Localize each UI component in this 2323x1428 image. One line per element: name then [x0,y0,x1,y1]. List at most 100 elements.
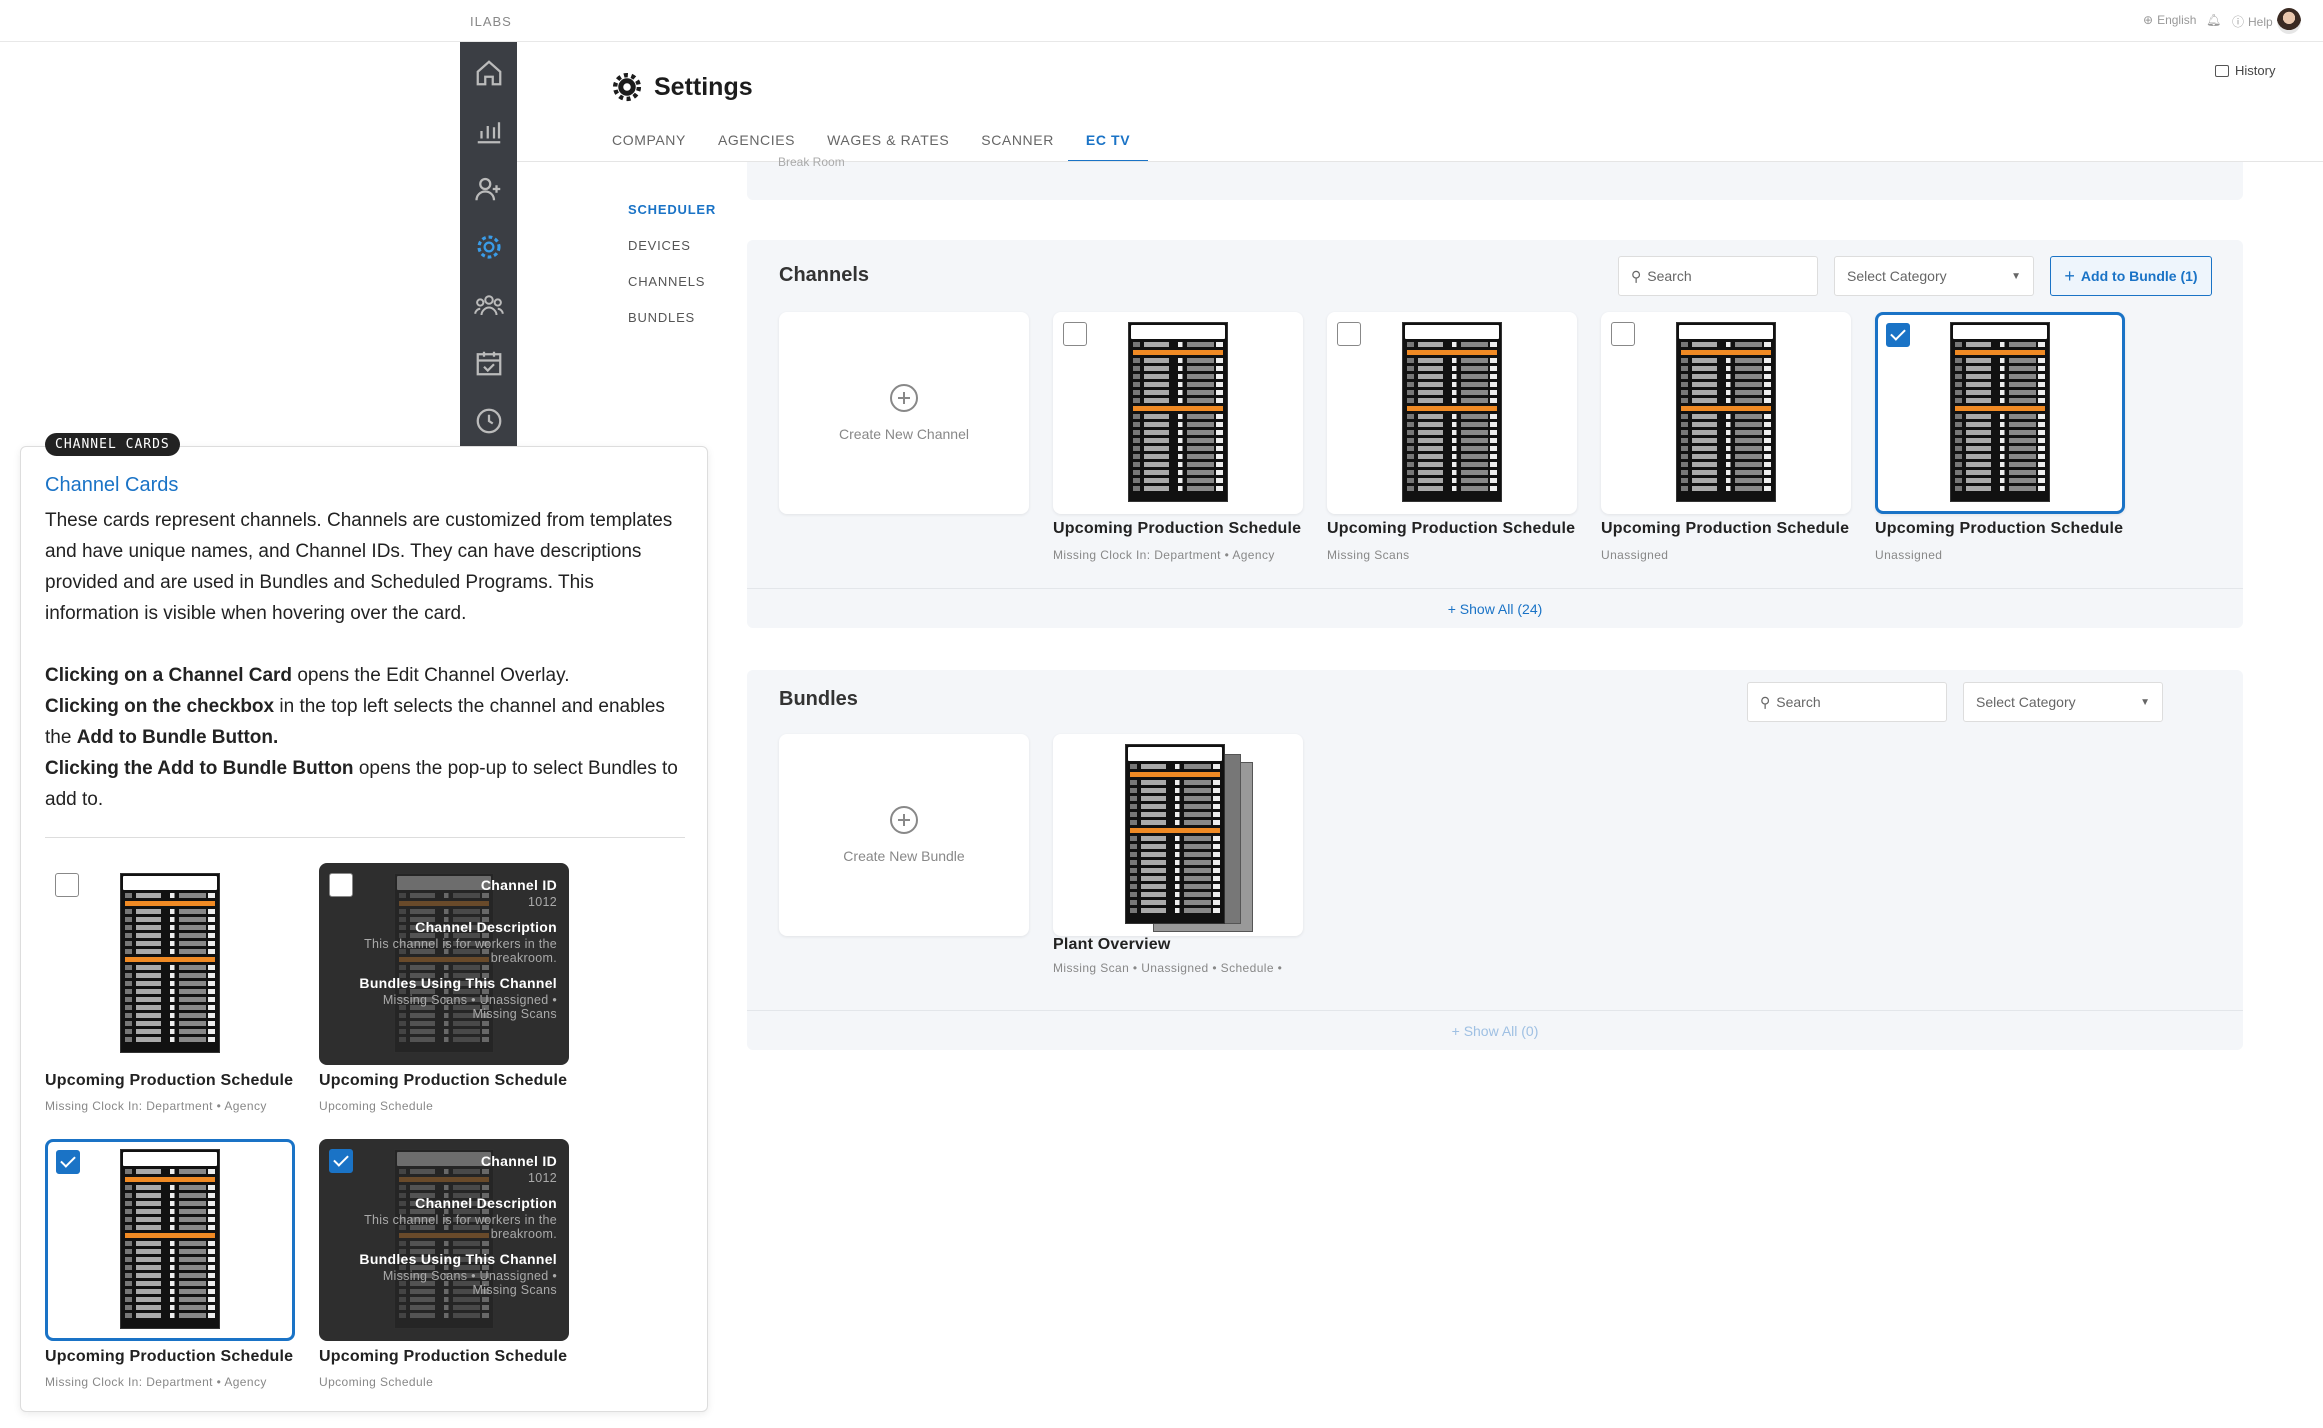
channel-category-select[interactable]: Select Category ▼ [1834,256,2034,296]
thumbnail-row [1681,438,1771,443]
tab-company[interactable]: COMPANY [594,128,704,162]
channel-description-label: Channel Description [415,919,557,935]
gear-icon[interactable] [474,232,504,262]
archive-icon [2215,64,2229,77]
tab-ec-tv[interactable]: EC TV [1067,128,1149,162]
channel-checkbox[interactable] [1337,322,1361,346]
bell-icon[interactable]: 🔔︎ [2206,13,2221,27]
channel-checkbox[interactable] [1611,322,1635,346]
thumbnail-row [125,1005,215,1010]
thumbnail-row [399,1169,489,1174]
subnav-channels[interactable]: CHANNELS [628,274,716,310]
channel-title: Upcoming Production Schedule [319,1348,568,1365]
section-title: Bundles [779,688,858,710]
thumbnail-row [1130,884,1220,889]
channel-title: Upcoming Production Schedule [1053,520,1302,537]
user-add-icon[interactable] [474,174,504,204]
thumbnail-row [1681,430,1771,435]
thumbnail-row [1130,876,1220,881]
thumbnail-row [1133,486,1223,491]
search-icon: ⚲ [1631,267,1642,284]
channel-checkbox-checked[interactable] [1886,323,1910,347]
thumbnail-row [1133,454,1223,459]
thumbnail-row [1407,342,1497,347]
channel-checkbox[interactable] [1063,322,1087,346]
example-channel-card-selected[interactable] [45,1139,295,1341]
create-channel-card[interactable]: Create New Channel [779,312,1029,514]
bundles-using-label: Bundles Using This Channel [359,975,557,991]
team-icon[interactable] [474,290,504,320]
thumbnail-row [125,1217,215,1222]
help-link[interactable]: ⓘ Help [2232,13,2273,30]
clock-icon[interactable] [474,406,504,436]
thumbnail-row [1955,430,2045,435]
add-to-bundle-button[interactable]: + Add to Bundle (1) [2050,256,2212,296]
thumbnail-row [125,965,215,970]
thumbnail-header [1953,325,2047,339]
thumbnail-row [1407,454,1497,459]
show-all-bundles-link[interactable]: + Show All (0) [747,1010,2243,1050]
thumbnail-row [125,901,215,906]
thumbnail-header [1405,325,1499,339]
channel-thumbnail [120,873,220,1053]
example-channel-card-hover[interactable]: Channel ID 1012 Channel Description This… [319,863,569,1065]
show-all-channels-link[interactable]: + Show All (24) [747,588,2243,628]
history-button[interactable]: History [2215,63,2275,78]
thumbnail-row [1955,446,2045,451]
subnav-scheduler[interactable]: SCHEDULER [628,202,716,238]
thumbnail-row [1133,382,1223,387]
thumbnail-row [1407,382,1497,387]
thumbnail-row [1681,414,1771,419]
channel-checkbox-checked[interactable] [56,1150,80,1174]
bundle-search-input[interactable]: ⚲ Search [1747,682,1947,722]
top-bar [0,0,2323,42]
thumbnail-row [399,1305,489,1310]
thumbnail-row [1130,780,1220,785]
channel-search-input[interactable]: ⚲ Search [1618,256,1818,296]
channel-thumbnail [1128,322,1228,502]
language-selector[interactable]: ⊕ English [2143,13,2196,27]
bundles-using-label: Bundles Using This Channel [359,1251,557,1267]
thumbnail-row [1681,358,1771,363]
channel-card-selected[interactable] [1875,312,2125,514]
home-icon[interactable] [474,58,504,88]
channel-card[interactable] [1327,312,1577,514]
bundle-thumbnail [1125,744,1225,924]
thumbnail-row [1130,836,1220,841]
thumbnail-row [1955,462,2045,467]
bundle-card[interactable] [1053,734,1303,936]
thumbnail-row [1681,366,1771,371]
bundle-category-select[interactable]: Select Category ▼ [1963,682,2163,722]
thumbnail-row [125,1029,215,1034]
subnav-devices[interactable]: DEVICES [628,238,716,274]
search-icon: ⚲ [1760,693,1771,710]
thumbnail-header [1128,747,1222,761]
channel-checkbox[interactable] [55,873,79,897]
gear-icon [612,72,642,102]
bundles-using-value: Missing Scans • Unassigned • Missing Sca… [382,1269,557,1297]
thumbnail-row [125,1265,215,1270]
thumbnail-row [399,1029,489,1034]
avatar[interactable] [2277,8,2301,34]
create-bundle-card[interactable]: Create New Bundle [779,734,1029,936]
calendar-check-icon[interactable] [474,348,504,378]
thumbnail-row [1130,772,1220,777]
channel-subtitle: Unassigned [1601,548,1669,562]
thumbnail-row [1133,390,1223,395]
bundles-using-value: Missing Scans • Unassigned • Missing Sca… [382,993,557,1021]
channel-checkbox-checked[interactable] [329,1149,353,1173]
example-channel-card-hover-selected[interactable]: Channel ID 1012 Channel Description This… [319,1139,569,1341]
channel-checkbox[interactable] [329,873,353,897]
subnav-bundles[interactable]: BUNDLES [628,310,716,346]
plus-circle-icon [890,806,918,834]
chart-icon[interactable] [474,116,504,146]
brand-name: ILABS [470,14,512,29]
example-channel-card[interactable] [45,863,295,1065]
channel-card[interactable] [1053,312,1303,514]
thumbnail-row [1133,470,1223,475]
thumbnail-row [125,1177,215,1182]
thumbnail-row [1955,390,2045,395]
channel-card[interactable] [1601,312,1851,514]
sub-navigation: SCHEDULER DEVICES CHANNELS BUNDLES [628,202,716,346]
tab-scanner[interactable]: SCANNER [963,128,1072,162]
